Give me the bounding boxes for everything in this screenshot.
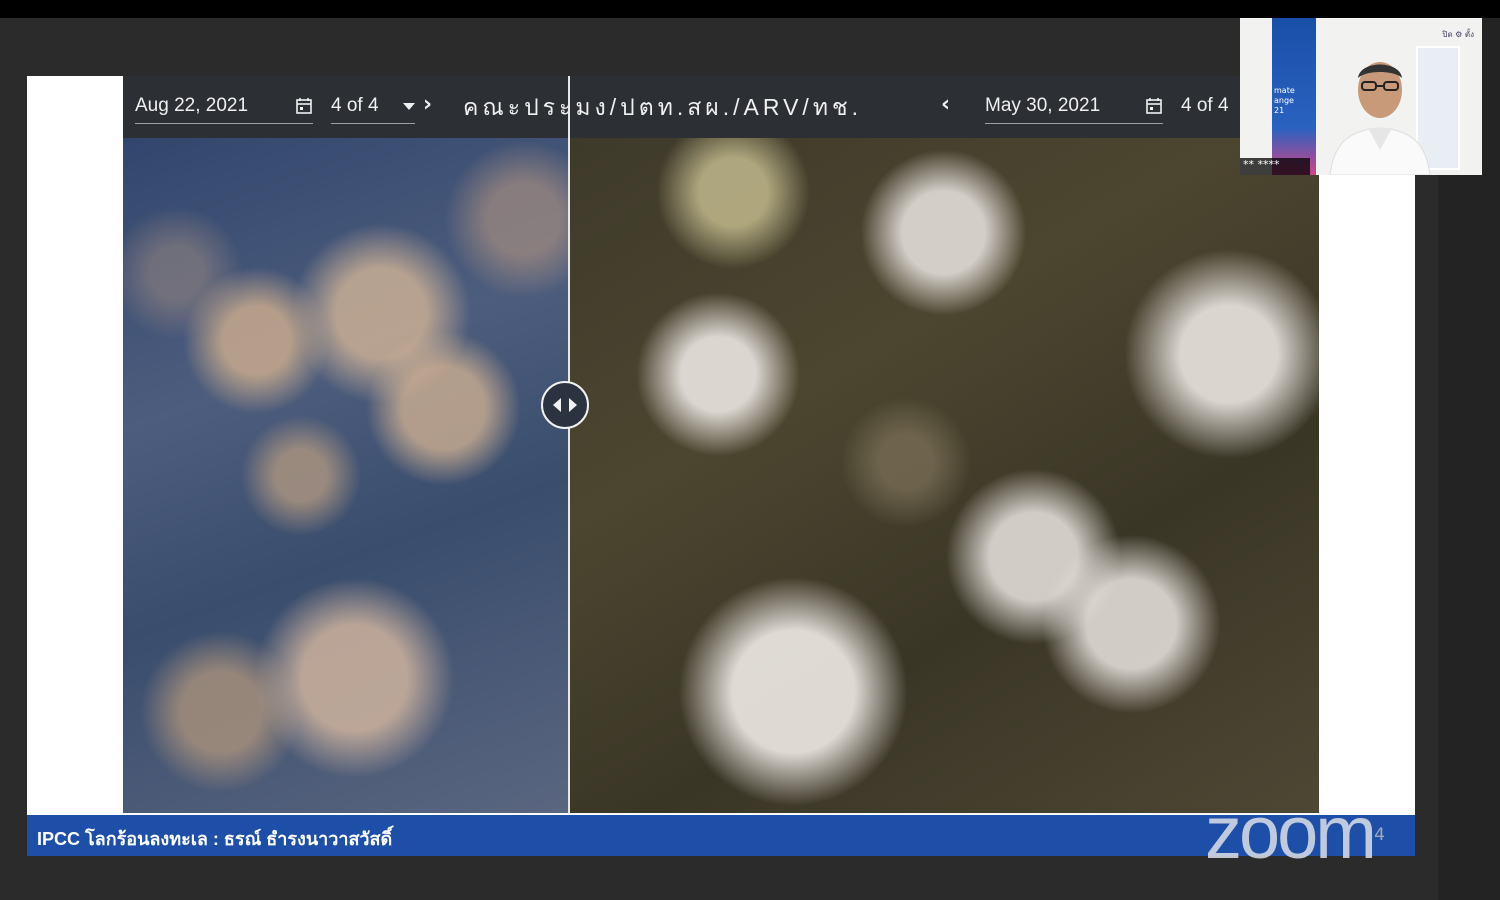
left-page-select[interactable]: 4 of 4 — [331, 90, 415, 124]
background-side-text: ปิด ⚙ ตั้ง — [1442, 30, 1474, 39]
participant-avatar — [1329, 62, 1431, 175]
swipe-slider-handle[interactable] — [541, 381, 589, 429]
chevron-down-icon — [403, 102, 415, 110]
participant-name-label: ** **** — [1240, 158, 1310, 175]
slide-page-number: 4 — [1374, 825, 1385, 845]
right-date: May 30, 2021 — [985, 95, 1101, 116]
right-page: 4 of 4 — [1181, 95, 1229, 116]
left-page: 4 of 4 — [331, 95, 379, 116]
right-page-select[interactable]: 4 of 4 — [1181, 90, 1243, 122]
background-poster: mate ange 21 — [1272, 18, 1316, 175]
left-date: Aug 22, 2021 — [135, 95, 249, 116]
after-image — [568, 138, 1319, 813]
before-image — [123, 138, 568, 813]
calendar-icon — [296, 98, 312, 114]
swipe-divider[interactable] — [568, 76, 570, 813]
right-date-picker[interactable]: May 30, 2021 — [985, 90, 1163, 124]
next-chevron-icon[interactable]: › — [423, 92, 432, 117]
arrows-left-right-icon — [553, 398, 577, 412]
presentation-slide: Aug 22, 2021 4 of 4 › คณะประมง/ปตท.สผ./A… — [27, 76, 1415, 856]
image-credit: คณะประมง/ปตท.สผ./ARV/ทช. — [463, 94, 862, 120]
calendar-icon — [1146, 98, 1162, 114]
swipe-comparison-toolbar: Aug 22, 2021 4 of 4 › คณะประมง/ปตท.สผ./A… — [123, 76, 1319, 138]
footer-title: IPCC โลกร้อนลงทะเล : ธรณ์ ธำรงนาวาสวัสดิ… — [37, 829, 393, 849]
prev-chevron-icon[interactable]: ‹ — [941, 92, 950, 117]
left-date-picker[interactable]: Aug 22, 2021 — [135, 90, 313, 124]
participant-video-tile[interactable]: mate ange 21 ปิด ⚙ ตั้ง ** **** — [1240, 18, 1482, 175]
zoom-watermark: zoom — [1205, 791, 1377, 874]
